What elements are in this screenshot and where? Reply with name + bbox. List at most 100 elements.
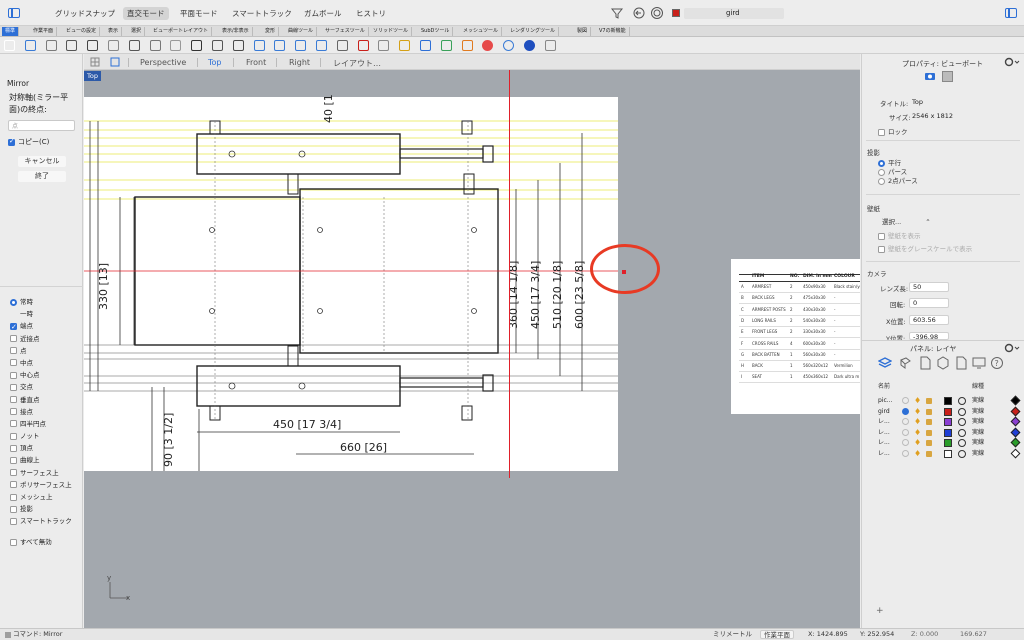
lock-icon[interactable] [926, 419, 932, 425]
new-file-icon[interactable] [4, 40, 15, 51]
layer-linetype[interactable]: 実線 [972, 438, 984, 448]
osnap-item[interactable]: 点 [10, 345, 82, 357]
tab-set-view[interactable]: ビューの設定 [63, 27, 101, 36]
osnap-item[interactable]: 中点 [10, 357, 82, 369]
grid-snap-toggle[interactable]: グリッドスナップ [55, 8, 115, 19]
lightbulb-icon[interactable]: ♦ [914, 439, 922, 447]
lightbulb-icon[interactable]: ♦ [914, 418, 922, 426]
lock-option[interactable]: ロック [878, 126, 908, 136]
lock-icon[interactable] [926, 440, 932, 446]
objects-icon[interactable] [898, 356, 912, 370]
title-value[interactable]: Top [912, 98, 923, 106]
osnap-checkbox[interactable] [10, 321, 17, 333]
osnap-item[interactable]: 四半円点 [10, 418, 82, 430]
osnap-checkbox[interactable] [10, 371, 17, 379]
viewport-properties-tab-icon[interactable] [942, 71, 953, 82]
current-layer-icon[interactable] [902, 418, 910, 426]
current-layer-icon[interactable] [902, 439, 910, 447]
current-layer-icon[interactable] [902, 407, 910, 416]
tab-display[interactable]: 表示 [105, 27, 123, 36]
history-arrow-icon[interactable] [632, 6, 646, 20]
osnap-checkbox[interactable] [10, 383, 17, 391]
select-object-icon[interactable] [378, 40, 390, 51]
four-views-icon[interactable] [336, 40, 348, 51]
top-viewport[interactable]: Top 40 [1 330 [13] 360 [14 1/8] 450 [17 … [84, 70, 860, 628]
lightbulb-icon[interactable]: ♦ [914, 449, 922, 458]
print-color-icon[interactable] [1010, 448, 1021, 458]
osnap-item[interactable]: ノット [10, 430, 82, 442]
print-color-icon[interactable] [1010, 427, 1021, 437]
material-icon[interactable] [958, 418, 966, 426]
osnap-checkbox[interactable] [10, 517, 17, 525]
layer-name[interactable]: レ... [878, 428, 890, 438]
grid-layout-icon[interactable] [90, 57, 100, 67]
osnap-disable-all[interactable]: すべて無効 [10, 536, 52, 546]
osnap-checkbox[interactable] [10, 493, 17, 501]
lens-input[interactable]: 50 [909, 282, 949, 292]
layer-color-swatch[interactable] [944, 439, 952, 447]
layer-linetype[interactable]: 実線 [972, 396, 984, 406]
material-icon[interactable] [958, 397, 966, 405]
ypos-input[interactable]: -396.98 [909, 332, 949, 341]
layer-linetype[interactable]: 実線 [972, 428, 984, 438]
lock-icon[interactable] [926, 450, 932, 457]
properties-icon[interactable] [440, 40, 452, 51]
box-icon[interactable] [936, 356, 950, 370]
layer-name[interactable]: レ... [878, 438, 890, 448]
tab-visibility[interactable]: 表示/非表示 [219, 27, 253, 36]
layers-icon[interactable] [878, 356, 892, 370]
layer-linetype[interactable]: 実線 [972, 407, 984, 417]
osnap-item[interactable]: 頂点 [10, 442, 82, 454]
display-icon[interactable] [972, 356, 986, 370]
layer-color-swatch[interactable] [944, 407, 952, 416]
tab-viewport-layout[interactable]: ビューポートレイアウト [150, 27, 213, 36]
tab-curve-tools[interactable]: 曲線ツール [285, 27, 318, 36]
osnap-checkbox[interactable] [10, 456, 17, 464]
lightbulb-icon[interactable]: ♦ [914, 397, 922, 405]
material-icon[interactable] [958, 439, 966, 447]
file-icon[interactable] [954, 356, 968, 370]
command-input[interactable]: 点 [8, 120, 75, 131]
layer-row[interactable]: pic... ♦ 実線 [862, 395, 1024, 407]
layer-row[interactable]: レ... ♦ 実線 [862, 416, 1024, 428]
tab-cplanes[interactable]: 作業平面 [30, 27, 58, 36]
zoom-dynamic-icon[interactable] [274, 40, 286, 51]
material-ball-icon[interactable] [461, 40, 473, 51]
print-color-icon[interactable] [1010, 406, 1021, 416]
osnap-checkbox[interactable] [10, 396, 17, 403]
lock-icon[interactable] [926, 398, 932, 404]
projection-two-point[interactable]: 2点パース [878, 175, 918, 185]
open-file-icon[interactable] [24, 40, 36, 51]
osnap-item[interactable]: 常時 [10, 296, 82, 308]
cut-icon[interactable] [128, 40, 140, 51]
panel-settings-icon[interactable] [1004, 57, 1020, 67]
material-icon[interactable] [958, 407, 966, 416]
zoom-extents-icon[interactable] [295, 40, 307, 51]
single-layout-icon[interactable] [110, 57, 120, 67]
layer-row[interactable]: レ... ♦ 実線 [862, 448, 1024, 460]
zoom-window-icon[interactable] [253, 40, 265, 51]
reference-drawing[interactable]: 40 [1 330 [13] 360 [14 1/8] 450 [17 3/4]… [84, 94, 618, 471]
cplane-selector[interactable]: 作業平面 [760, 630, 794, 639]
osnap-checkbox[interactable] [10, 335, 17, 343]
layer-name[interactable]: レ... [878, 417, 890, 427]
osnap-item[interactable]: メッシュ上 [10, 491, 82, 503]
osnap-item[interactable]: 垂直点 [10, 394, 82, 406]
rotate-view-icon[interactable] [232, 40, 244, 51]
osnap-item[interactable]: スマートトラック [10, 515, 82, 527]
layer-row[interactable]: レ... ♦ 実線 [862, 427, 1024, 439]
current-layer-selector[interactable]: gird [684, 8, 784, 19]
wallpaper-gray-checkbox[interactable] [878, 245, 885, 253]
tab-layout[interactable]: レイアウト… [333, 58, 381, 69]
layer-linetype[interactable]: 実線 [972, 417, 984, 427]
osnap-checkbox[interactable] [10, 469, 17, 477]
material-icon[interactable] [958, 428, 966, 437]
layer-name[interactable]: pic... [878, 396, 893, 406]
lock-icon[interactable] [926, 408, 932, 415]
layer-name[interactable]: gird [878, 407, 890, 417]
print-color-icon[interactable] [1010, 395, 1021, 406]
wallpaper-select[interactable]: 選択... ⌃ [882, 216, 931, 226]
tab-render-tools[interactable]: レンダリングツール [507, 27, 560, 36]
lightbulb-icon[interactable]: ♦ [914, 428, 922, 437]
osnap-item[interactable]: 交点 [10, 381, 82, 393]
